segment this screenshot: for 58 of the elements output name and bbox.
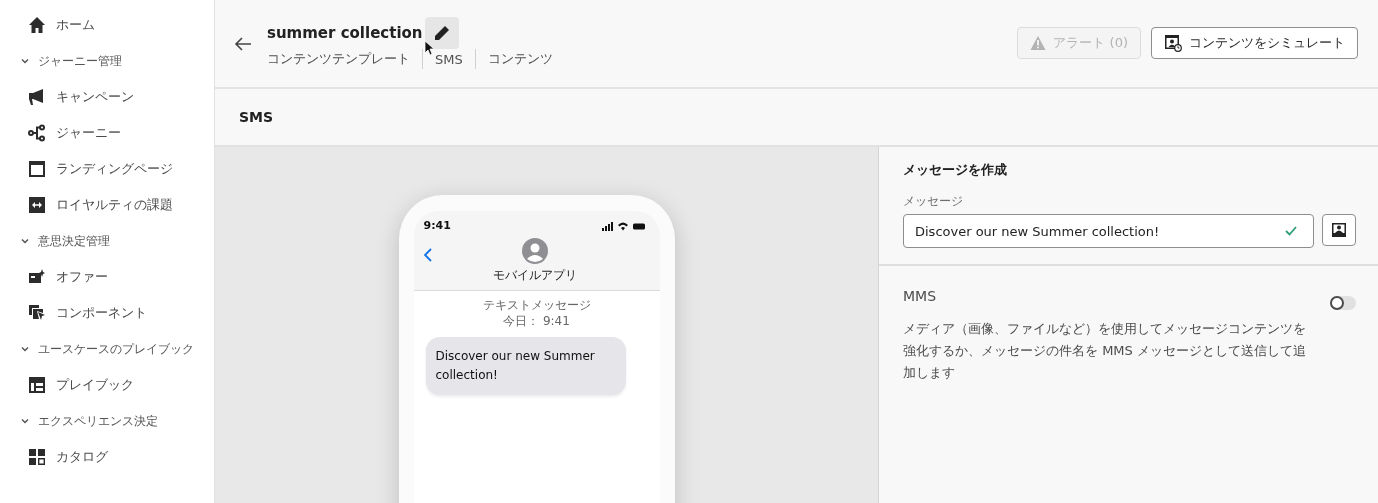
grid-icon bbox=[28, 448, 46, 466]
breadcrumb-link[interactable]: SMS bbox=[435, 51, 463, 67]
pencil-icon bbox=[433, 25, 450, 41]
sidebar-item[interactable]: ロイヤルティの課題 bbox=[28, 191, 206, 219]
sidebar-item[interactable]: ランディングページ bbox=[28, 155, 206, 183]
sidebar-item[interactable]: ホーム bbox=[28, 11, 206, 39]
section-header[interactable]: ジャーニー管理 bbox=[20, 51, 214, 71]
chevron-icon bbox=[20, 344, 30, 354]
contact-name: モバイルアプリ bbox=[492, 267, 577, 284]
personalization-button[interactable] bbox=[1322, 214, 1356, 246]
offer-card-icon bbox=[28, 268, 46, 286]
mms-toggle[interactable] bbox=[1330, 296, 1356, 310]
mouse-pointer-icon bbox=[424, 40, 434, 56]
table-layout-icon bbox=[28, 376, 46, 394]
checkmark-icon bbox=[1285, 226, 1297, 236]
section-label: ユースケースのプレイブック bbox=[38, 340, 194, 358]
arrows-box-icon bbox=[28, 196, 46, 214]
chevron-icon bbox=[20, 416, 30, 426]
chevron-icon bbox=[20, 236, 30, 246]
sidebar-item[interactable]: カタログ bbox=[28, 443, 206, 471]
home-icon bbox=[28, 16, 46, 34]
profile-icon bbox=[1331, 222, 1347, 238]
chevron-icon bbox=[20, 56, 30, 66]
section-header[interactable]: 意思決定管理 bbox=[20, 231, 214, 251]
thread-time: 今日： 9:41 bbox=[503, 313, 570, 329]
channel-title: SMS bbox=[239, 109, 274, 125]
section-title: メッセージを作成 bbox=[903, 161, 1008, 179]
megaphone-icon bbox=[28, 88, 46, 106]
section-label: ジャーニー管理 bbox=[38, 52, 122, 70]
cursor-layers-icon bbox=[28, 304, 46, 322]
section-label: エクスペリエンス決定 bbox=[38, 412, 158, 430]
section-header[interactable]: エクスペリエンス決定 bbox=[20, 411, 214, 431]
edit-button[interactable] bbox=[424, 17, 459, 49]
avatar-icon bbox=[521, 238, 548, 264]
sidebar-item[interactable]: ジャーニー bbox=[28, 119, 206, 147]
thread-label: テキストメッセージ bbox=[482, 297, 591, 313]
simulate-button[interactable]: コンテンツをシミュレート bbox=[1151, 27, 1358, 59]
breadcrumb-link[interactable]: コンテンツテンプレート bbox=[267, 50, 410, 68]
mms-description: メディア（画像、ファイルなど）を使用してメッセージコンテンツを強化するか、メッセージの件名を MMS メッセージとして送信して追加します bbox=[903, 320, 1307, 382]
chevron-left-icon[interactable] bbox=[423, 248, 432, 262]
message-field[interactable]: Discover our new Summer collection! bbox=[903, 214, 1314, 248]
breadcrumb-link[interactable]: コンテンツ bbox=[487, 50, 553, 68]
sidebar-item[interactable]: オファー bbox=[28, 263, 206, 291]
message-bubble: Discover our new Summer collection! bbox=[425, 337, 626, 395]
sidebar-item[interactable]: プレイブック bbox=[28, 371, 206, 399]
window-icon bbox=[28, 160, 46, 178]
status-icons bbox=[601, 220, 646, 231]
section-header[interactable]: ユースケースのプレイブック bbox=[20, 339, 214, 359]
status-time: 9:41 bbox=[423, 219, 451, 232]
branch-nodes-icon bbox=[28, 124, 46, 142]
mms-title: MMS bbox=[903, 288, 937, 304]
page-title: summer collection bbox=[267, 24, 423, 42]
field-label: メッセージ bbox=[903, 193, 964, 210]
warning-icon bbox=[1030, 35, 1047, 51]
sidebar-item[interactable]: キャンペーン bbox=[28, 83, 206, 111]
section-label: 意思決定管理 bbox=[38, 232, 110, 250]
sidebar-item[interactable]: コンポーネント bbox=[28, 299, 206, 327]
profile-clock-icon bbox=[1164, 34, 1182, 52]
